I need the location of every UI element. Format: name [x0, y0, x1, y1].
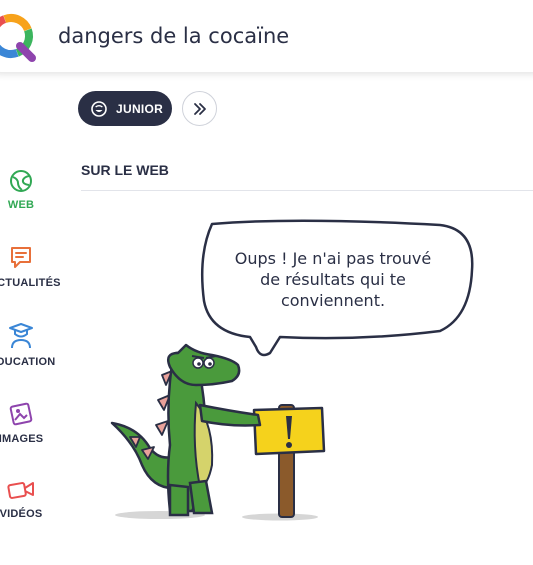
sidebar-item-label: ÉDUCATION — [0, 356, 56, 368]
graduate-icon — [9, 323, 33, 349]
junior-filter-button[interactable]: JUNIOR — [78, 91, 172, 126]
image-icon — [9, 402, 33, 426]
more-filters-button[interactable] — [182, 91, 217, 126]
news-icon — [11, 247, 31, 268]
sidebar-item-label: WEB — [7, 199, 35, 211]
search-input[interactable] — [58, 18, 478, 54]
chevron-double-right-icon — [193, 102, 206, 115]
smiley-icon — [91, 100, 107, 117]
globe-icon — [10, 170, 32, 192]
section-title: SUR LE WEB — [81, 162, 169, 178]
search-header — [0, 0, 533, 72]
sidebar-item-education[interactable]: ÉDUCATION — [0, 322, 56, 368]
sidebar-item-label: ACTUALITÉS — [0, 277, 61, 289]
sidebar-item-web[interactable]: WEB — [0, 169, 53, 211]
sidebar-item-images[interactable]: IMAGES — [0, 401, 53, 445]
junior-filter-label: JUNIOR — [116, 101, 164, 116]
sidebar-item-label: VIDÉOS — [0, 508, 43, 520]
sidebar-item-label: IMAGES — [0, 433, 44, 445]
sidebar-item-videos[interactable]: VIDÉOS — [0, 478, 53, 520]
qwant-junior-logo[interactable] — [0, 12, 37, 62]
empty-results-message: Oups ! Je n'ai pas trouvé de résultats q… — [234, 249, 432, 310]
video-icon — [7, 482, 34, 499]
section-divider — [81, 190, 533, 191]
sidebar-item-news[interactable]: ACTUALITÉS — [0, 245, 61, 289]
